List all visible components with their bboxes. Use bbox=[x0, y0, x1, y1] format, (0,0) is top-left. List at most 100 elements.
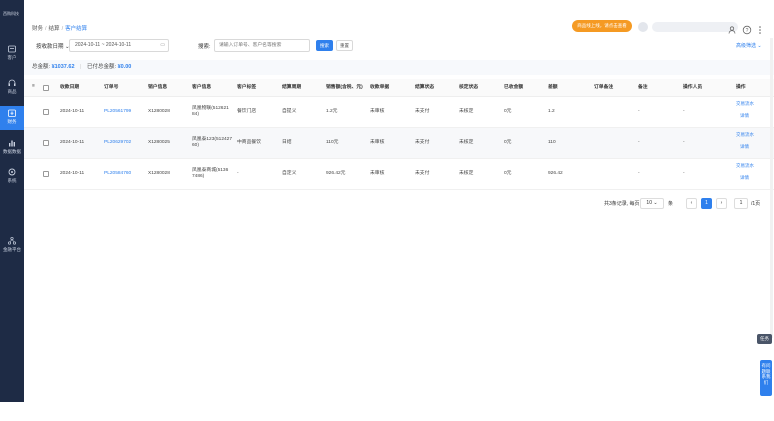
col-header: 结算状态 bbox=[415, 85, 435, 90]
breadcrumb-item[interactable]: 结算 bbox=[49, 26, 60, 32]
sidebar-item-finance-platform[interactable]: 金融平台 bbox=[0, 236, 24, 262]
col-header: 结算周期 bbox=[282, 85, 302, 90]
col-header: 收款单据 bbox=[370, 85, 390, 90]
date-type-select[interactable]: 按收款日期 ⌄ bbox=[36, 42, 70, 50]
table-row: 2024-10-11 PL20584760 X1280028 凤凰泰商城(513… bbox=[24, 159, 774, 190]
row-customer: 凤凰泰123(512427 60) bbox=[192, 137, 232, 148]
table-header: ≡ 收款日期 订单号 销户信息 客户信息 客户标签 结算周期 销售额(含税、元)… bbox=[24, 79, 774, 97]
row-tag: 中商品餐饮 bbox=[237, 140, 261, 145]
row-date: 2024-10-11 bbox=[60, 171, 85, 176]
row-date: 2024-10-11 bbox=[60, 140, 85, 145]
sidebar-item-label: 系统 bbox=[7, 178, 17, 183]
sidebar-item-customer[interactable]: 客户 bbox=[0, 44, 24, 70]
svg-text:?: ? bbox=[746, 28, 749, 34]
avatar[interactable] bbox=[638, 22, 648, 32]
transaction-flow-link[interactable]: 交易流水 bbox=[736, 132, 754, 138]
question-icon[interactable]: ? bbox=[742, 22, 752, 35]
user-switch-icon[interactable] bbox=[728, 22, 738, 34]
username[interactable] bbox=[652, 22, 738, 32]
col-header: 客户信息 bbox=[192, 85, 212, 90]
date-type-label: 按收款日期 bbox=[36, 44, 64, 50]
row-received: 0元 bbox=[504, 140, 512, 145]
breadcrumb: 财务 / 结算 / 客户结算 bbox=[32, 26, 88, 32]
task-float-button[interactable]: 任务 bbox=[757, 334, 772, 344]
date-range-picker[interactable]: 2024-10-11 ~ 2024-10-11 ▭ bbox=[69, 39, 169, 52]
more-icon[interactable] bbox=[755, 22, 765, 34]
row-status: 未支付 bbox=[415, 109, 430, 114]
col-header: 客户标签 bbox=[237, 85, 257, 90]
col-header: 核定状态 bbox=[459, 85, 479, 90]
row-receipt: 未审核 bbox=[370, 171, 385, 176]
row-received: 0元 bbox=[504, 109, 512, 114]
notice-pill[interactable]: 商品线上线，请点击查看 bbox=[572, 20, 632, 32]
search-input[interactable] bbox=[214, 39, 310, 52]
row-received: 0元 bbox=[504, 171, 512, 176]
page-size-unit: 条 bbox=[668, 201, 674, 207]
col-header[interactable]: 销售额(含税、元) bbox=[326, 85, 363, 91]
row-operator: - bbox=[683, 140, 685, 145]
reset-button[interactable]: 重置 bbox=[336, 40, 353, 51]
top-bar: 财务 / 结算 / 客户结算 商品线上线，请点击查看 ? bbox=[24, 14, 774, 35]
table-row: 2024-10-11 PL20561799 X1280028 凤凰物联(5126… bbox=[24, 97, 774, 128]
row-code: X1280025 bbox=[148, 140, 170, 145]
row-operator: - bbox=[683, 109, 685, 114]
page-jump-input[interactable]: 1 bbox=[734, 198, 748, 209]
sidebar-item-finance[interactable]: 财务 bbox=[0, 106, 24, 130]
advanced-filter-link[interactable]: 高级筛选 ⌄ bbox=[736, 42, 762, 49]
sidebar-item-data[interactable]: 数据数据 bbox=[0, 138, 24, 164]
table-row: 2024-10-11 PL20629702 X1280025 凤凰泰123(51… bbox=[24, 128, 774, 159]
row-cycle: 自定义 bbox=[282, 171, 297, 176]
search-button[interactable]: 搜索 bbox=[316, 40, 333, 51]
col-header: 销户信息 bbox=[148, 85, 168, 90]
row-date: 2024-10-11 bbox=[60, 109, 85, 114]
settlement-table: ≡ 收款日期 订单号 销户信息 客户信息 客户标签 结算周期 销售额(含税、元)… bbox=[24, 79, 774, 190]
row-receipt: 未审核 bbox=[370, 109, 385, 114]
detail-link[interactable]: 详情 bbox=[740, 113, 749, 119]
scrollbar[interactable] bbox=[770, 38, 773, 338]
transaction-flow-link[interactable]: 交易流水 bbox=[736, 163, 754, 169]
row-customer: 凤凰泰商城(5136 7486) bbox=[192, 168, 229, 179]
page-size-value: 10 bbox=[646, 200, 652, 206]
row-cycle: 自提义 bbox=[282, 109, 297, 114]
detail-link[interactable]: 详情 bbox=[740, 175, 749, 181]
next-page-button[interactable]: › bbox=[716, 198, 727, 209]
sidebar-item-label: 商品 bbox=[7, 89, 17, 94]
row-note: - bbox=[638, 171, 640, 176]
row-checkbox[interactable] bbox=[43, 140, 49, 146]
col-header: 备注 bbox=[638, 85, 648, 90]
page-size-select[interactable]: 10 ⌄ bbox=[640, 198, 664, 209]
column-settings-icon[interactable]: ≡ bbox=[32, 84, 35, 90]
col-header: 订单备注 bbox=[594, 85, 614, 90]
row-checkbox[interactable] bbox=[43, 109, 49, 115]
row-status: 未支付 bbox=[415, 171, 430, 176]
row-diff: 1.2 bbox=[548, 109, 555, 114]
row-tag: - bbox=[237, 171, 239, 176]
row-order-link[interactable]: PL20584760 bbox=[104, 171, 131, 177]
col-header[interactable]: 差额 bbox=[548, 85, 558, 91]
row-note: - bbox=[638, 140, 640, 145]
sidebar-item-system[interactable]: 系统 bbox=[0, 167, 24, 193]
detail-link[interactable]: 详情 bbox=[740, 144, 749, 150]
chart-icon bbox=[9, 140, 15, 147]
search-label: 搜索: bbox=[198, 44, 211, 50]
row-code: X1280028 bbox=[148, 171, 170, 176]
row-order-link[interactable]: PL20629702 bbox=[104, 140, 131, 146]
row-order-link[interactable]: PL20561799 bbox=[104, 109, 131, 115]
col-header[interactable]: 收款日期 bbox=[60, 85, 79, 91]
row-operator: - bbox=[683, 171, 685, 176]
row-checkbox[interactable] bbox=[43, 171, 49, 177]
row-verify: 未核定 bbox=[459, 171, 474, 176]
row-verify: 未核定 bbox=[459, 109, 474, 114]
prev-page-button[interactable]: ‹ bbox=[686, 198, 697, 209]
sidebar-item-label: 客户 bbox=[7, 55, 17, 60]
headset-icon bbox=[8, 79, 16, 86]
transaction-flow-link[interactable]: 交易流水 bbox=[736, 101, 754, 107]
breadcrumb-item[interactable]: 财务 bbox=[32, 26, 43, 32]
select-all-checkbox[interactable] bbox=[43, 85, 49, 91]
row-receipt: 未审核 bbox=[370, 140, 385, 145]
col-header: 订单号 bbox=[104, 85, 119, 90]
sidebar-item-goods[interactable]: 商品 bbox=[0, 78, 24, 104]
page-button-current[interactable]: 1 bbox=[701, 198, 712, 209]
row-status: 未支付 bbox=[415, 140, 430, 145]
contact-us-float-button[interactable]: 有问题联系我们 bbox=[760, 360, 772, 396]
